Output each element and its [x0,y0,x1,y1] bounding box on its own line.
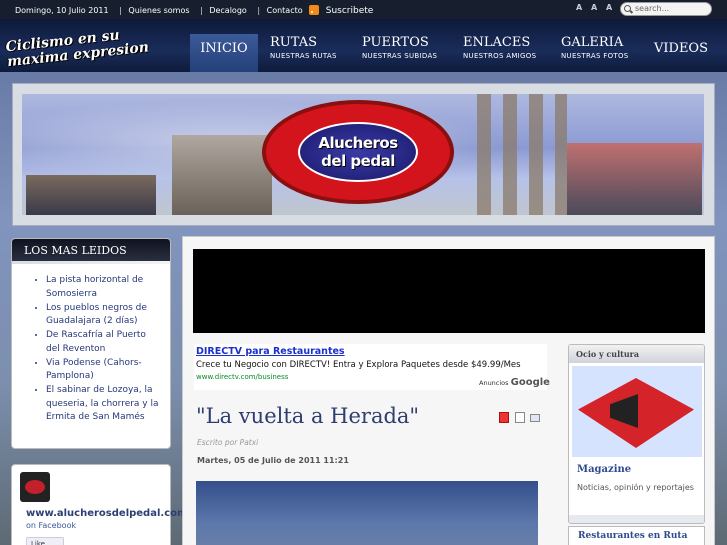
email-icon[interactable] [530,414,540,422]
article-author: Escrito por Patxi [197,438,259,447]
like-button[interactable]: Like [26,537,64,545]
nav-item-enlaces[interactable]: ENLACES NUESTROS AMIGOS [463,35,536,60]
top-bar: Domingo, 10 Julio 2011 | Quienes somos |… [0,0,727,19]
facebook-page-link[interactable]: www.alucherosdelpedal.com [26,508,187,519]
magazine-description: Noticias, opinión y reportajes [577,483,694,492]
list-item[interactable]: El sabinar de Lozoya, la queseria, la ch… [46,384,162,425]
search-placeholder: search... [635,4,670,13]
module-title: Ocio y cultura [569,345,704,363]
rss-icon[interactable] [309,5,320,15]
facebook-label[interactable]: on Facebook [26,521,76,530]
search-input[interactable]: search... [620,2,712,16]
facebook-profile-picture[interactable] [20,472,50,502]
top-links: Domingo, 10 Julio 2011 | Quienes somos |… [15,5,377,16]
nav-label: INICIO [200,41,248,56]
restaurantes-module-title[interactable]: Restaurantes en Ruta [568,526,705,545]
nav-label: GALERIA [561,35,624,50]
list-item[interactable]: La pista horizontal de Somosierra [46,274,162,301]
current-date: Domingo, 10 Julio 2011 [15,6,109,15]
font-size-tools[interactable]: A A A [576,3,615,12]
separator: | [257,6,261,15]
nav-sublabel: NUESTROS AMIGOS [463,52,537,60]
cyclists-group-photo [26,175,156,215]
nav-item-galeria[interactable]: GALERIA NUESTRAS FOTOS [561,35,629,60]
nav-sublabel: NUESTRAS RUTAS [270,52,337,60]
separator: | [119,6,122,15]
nav-sublabel: NUESTRAS FOTOS [561,52,629,60]
module-footer [569,515,704,523]
link-quienes-somos[interactable]: Quienes somos [128,6,189,15]
logo-line-2: del pedal [321,152,395,170]
magazine-link[interactable]: Magazine [577,464,631,475]
nav-sublabel: NUESTRAS SUBIDAS [362,52,438,60]
nav-item-puertos[interactable]: PUERTOS NUESTRAS SUBIDAS [362,35,437,60]
nav-label: PUERTOS [362,35,429,50]
link-contacto[interactable]: Contacto [267,6,303,15]
separator: | [200,6,203,15]
facebook-box: www.alucherosdelpedal.com on Facebook Li… [11,464,187,545]
pdf-icon[interactable] [499,412,509,423]
list-item[interactable]: De Rascafría al Puerto del Reventon [46,329,162,356]
list-item[interactable]: Via Podense (Cahors-Pamplona) [46,357,162,384]
article-date: Martes, 05 de Julio de 2011 11:21 [197,456,349,465]
link-decalogo[interactable]: Decalogo [209,6,246,15]
magazine-image[interactable] [572,366,702,457]
riders-photo [567,143,702,215]
ad-url[interactable]: www.directv.com/business [196,373,288,381]
nav-label: RUTAS [270,35,317,50]
ad-title[interactable]: DIRECTV para Restaurantes [196,346,345,357]
ads-by-google[interactable]: Anuncios Google [479,377,550,388]
nav-item-videos[interactable]: VIDEOS [654,41,708,56]
article-photo [196,481,538,545]
video-player[interactable] [193,249,705,333]
ads-label: Anuncios [479,379,509,387]
subscribe-link[interactable]: Suscribete [326,6,374,16]
most-read-title: LOS MAS LEIDOS [12,239,170,261]
nav-label: ENLACES [463,35,531,50]
search-icon [624,5,631,12]
alucheros-logo: Alucheros del pedal [262,100,454,204]
aqueduct-photo [477,94,567,215]
nav-label: VIDEOS [654,41,708,56]
cyclists-photo [172,135,272,215]
most-read-module: LOS MAS LEIDOS La pista horizontal de So… [11,238,171,449]
nav-item-rutas[interactable]: RUTAS NUESTRAS RUTAS [270,35,337,60]
list-item[interactable]: Los pueblos negros de Guadalajara (2 día… [46,302,162,329]
ad-description: Crece tu Negocio con DIRECTV! Entra y Ex… [196,360,521,370]
nav-item-inicio[interactable]: INICIO [190,34,258,72]
google-logo: Google [510,377,550,388]
article-title[interactable]: "La vuelta a Herada" [196,404,419,428]
main-nav: Ciclismo en su maxima expresion INICIO R… [0,19,727,72]
print-icon[interactable] [515,412,525,423]
google-ad[interactable]: DIRECTV para Restaurantes Crece tu Negoc… [194,344,550,390]
most-read-list: La pista horizontal de Somosierra Los pu… [12,264,170,425]
logo-line-1: Alucheros [318,134,398,152]
site-slogan-logo[interactable]: Ciclismo en su maxima expresion [5,22,185,70]
ocio-cultura-module: Ocio y cultura Magazine Noticias, opinió… [568,344,705,524]
